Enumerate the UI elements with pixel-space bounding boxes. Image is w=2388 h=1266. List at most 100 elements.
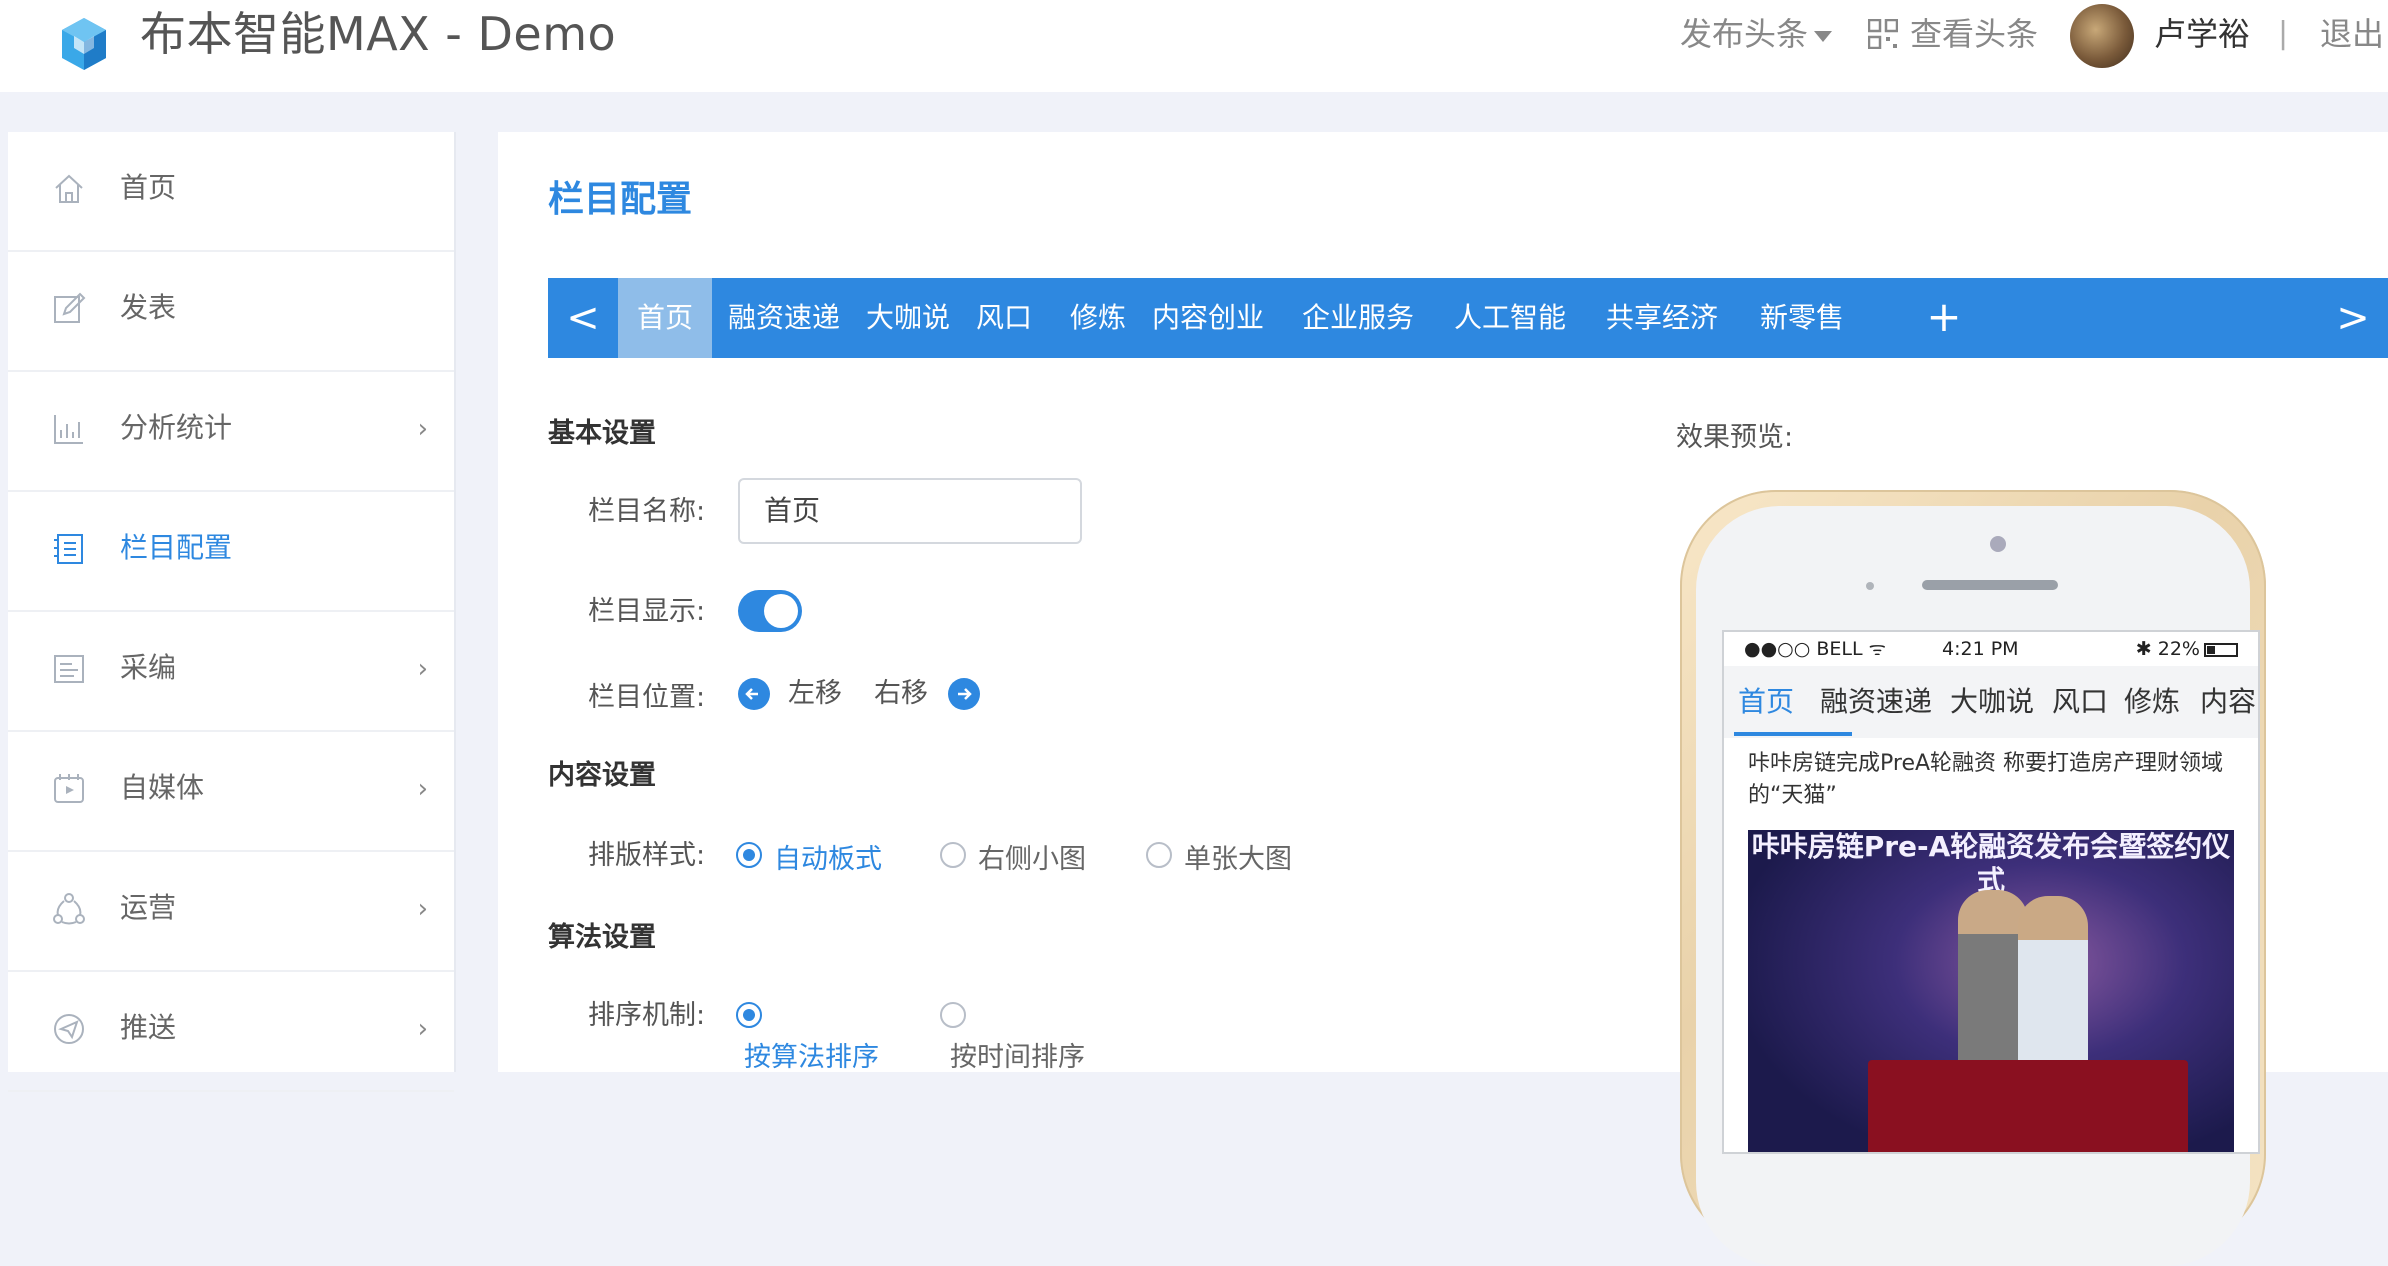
layout-right-small-radio[interactable] <box>940 842 966 868</box>
header-separator: | <box>2278 16 2289 51</box>
layout-auto-radio[interactable] <box>736 842 762 868</box>
layout-style-label: 排版样式: <box>588 840 706 871</box>
sidebar-item-label: 自媒体 <box>120 771 205 804</box>
phone-tab: 内容 <box>2200 685 2257 718</box>
tab-home[interactable]: 首页 <box>618 278 712 358</box>
algorithm-settings-title: 算法设置 <box>548 922 656 953</box>
battery-status: ✱ 22% <box>2136 632 2238 666</box>
chevron-right-icon: › <box>417 414 428 444</box>
avatar[interactable] <box>2070 4 2134 68</box>
sidebar-item-label: 分析统计 <box>120 411 233 444</box>
caret-down-icon <box>1814 30 1833 42</box>
camera-dot <box>1990 536 2006 552</box>
column-tab-bar: < 首页 融资速递 大咖说 风口 修炼 内容创业 企业服务 人工智能 共享经济 … <box>548 278 2388 358</box>
carrier-signal: ●●○○ BELL ᯤ <box>1744 638 1886 660</box>
phone-tab: 风口 <box>2052 685 2109 718</box>
add-tab-button[interactable]: + <box>1924 278 1964 358</box>
sidebar-item-label: 首页 <box>120 171 177 204</box>
sort-mechanism-label: 排序机制: <box>588 1000 706 1031</box>
speaker-slot <box>1922 580 2058 590</box>
column-display-toggle[interactable] <box>738 590 802 632</box>
phone-article-image: 咔咔房链Pre-A轮融资发布会暨签约仪式 <box>1748 830 2234 1152</box>
tab-enterprise[interactable]: 企业服务 <box>1296 278 1420 358</box>
app-title: 布本智能MAX - Demo <box>140 7 617 61</box>
view-headline-link[interactable]: 查看头条 <box>1867 10 2039 58</box>
move-left-icon[interactable] <box>738 678 770 710</box>
column-name-input[interactable]: 首页 <box>738 478 1082 544</box>
layout-single-large-label[interactable]: 单张大图 <box>1184 840 1292 880</box>
share-icon <box>53 893 85 925</box>
phone-tab: 修炼 <box>2124 685 2181 718</box>
chevron-right-icon: › <box>417 654 428 684</box>
move-left-button[interactable]: 左移 <box>788 674 842 714</box>
tab-content-startup[interactable]: 内容创业 <box>1146 278 1270 358</box>
collect-icon <box>54 655 84 683</box>
tab-new-retail[interactable]: 新零售 <box>1754 278 1850 358</box>
logout-link[interactable]: 退出 <box>2320 10 2384 58</box>
image-banner-text: 咔咔房链Pre-A轮融资发布会暨签约仪式 <box>1751 830 2231 897</box>
sort-algorithm-label[interactable]: 按算法排序 <box>744 1038 879 1078</box>
sidebar-item-self-media[interactable]: 自媒体 › <box>8 732 454 852</box>
preview-label: 效果预览: <box>1676 422 1794 453</box>
publish-headline-dropdown[interactable]: 发布头条 <box>1680 10 1833 58</box>
layout-auto-label[interactable]: 自动板式 <box>774 840 882 880</box>
layout-right-small-label[interactable]: 右侧小图 <box>978 840 1086 880</box>
layout-single-large-radio[interactable] <box>1146 842 1172 868</box>
phone-article-headline: 咔咔房链完成PreA轮融资 称要打造房产理财领域的“天猫” <box>1748 751 2224 808</box>
tab-practice[interactable]: 修炼 <box>1064 278 1132 358</box>
chart-icon <box>54 415 83 444</box>
tab-sharing-economy[interactable]: 共享经济 <box>1600 278 1724 358</box>
sort-time-label[interactable]: 按时间排序 <box>950 1038 1085 1078</box>
sidebar-item-analytics[interactable]: 分析统计 › <box>8 372 454 492</box>
page-title: 栏目配置 <box>548 179 693 220</box>
move-right-icon[interactable] <box>948 678 980 710</box>
send-icon <box>54 1014 84 1044</box>
phone-status-bar: ●●○○ BELL ᯤ 4:21 PM ✱ 22% <box>1724 632 2258 666</box>
media-icon <box>54 774 84 803</box>
phone-tab-underline <box>1734 732 1852 736</box>
basic-settings-title: 基本设置 <box>548 418 656 449</box>
sidebar-item-label: 采编 <box>120 651 177 684</box>
home-icon <box>55 174 83 203</box>
list-icon <box>54 534 83 564</box>
content-settings-title: 内容设置 <box>548 760 656 791</box>
sidebar-item-publish[interactable]: 发表 <box>8 252 454 372</box>
tab-ai[interactable]: 人工智能 <box>1448 278 1572 358</box>
sensor-dot <box>1866 582 1874 590</box>
publish-label: 发布头条 <box>1680 15 1809 53</box>
move-right-button[interactable]: 右移 <box>874 674 928 714</box>
view-label: 查看头条 <box>1910 15 2039 53</box>
phone-tab-bar: 首页 融资速递 大咖说 风口 修炼 内容 <box>1724 666 2258 738</box>
phone-tab: 大咖说 <box>1950 685 2035 718</box>
phone-preview: ●●○○ BELL ᯤ 4:21 PM ✱ 22% 首页 融资速递 大咖说 风口… <box>1680 490 2266 1266</box>
battery-text: ✱ 22% <box>2135 638 2200 660</box>
sidebar-item-home[interactable]: 首页 <box>8 132 454 252</box>
logo-icon <box>62 18 106 70</box>
toggle-knob <box>764 594 798 628</box>
sidebar-item-column-config[interactable]: 栏目配置 <box>8 492 454 612</box>
sort-time-radio[interactable] <box>940 1002 966 1028</box>
tab-big-talk[interactable]: 大咖说 <box>860 278 956 358</box>
chevron-right-icon: › <box>417 894 428 924</box>
image-table <box>1868 1060 2188 1152</box>
status-time: 4:21 PM <box>1942 638 2019 660</box>
tab-prev-button[interactable]: < <box>548 278 618 358</box>
phone-body: ●●○○ BELL ᯤ 4:21 PM ✱ 22% 首页 融资速递 大咖说 风口… <box>1696 506 2260 1266</box>
sidebar-item-operations[interactable]: 运营 › <box>8 852 454 972</box>
tab-next-button[interactable]: > <box>2318 278 2388 358</box>
sidebar-item-label: 发表 <box>120 291 177 324</box>
main-panel: 栏目配置 < 首页 融资速递 大咖说 风口 修炼 内容创业 企业服务 人工智能 … <box>498 132 2388 1266</box>
top-header: 布本智能MAX - Demo 发布头条 查看头条 卢学裕 | 退出 <box>0 0 2388 92</box>
phone-tab: 首页 <box>1738 685 1795 718</box>
chevron-right-icon: › <box>417 1014 428 1044</box>
qrcode-icon <box>1867 18 1899 50</box>
chevron-right-icon: › <box>417 774 428 804</box>
sort-algorithm-radio[interactable] <box>736 1002 762 1028</box>
tab-financing[interactable]: 融资速递 <box>722 278 846 358</box>
user-name[interactable]: 卢学裕 <box>2154 10 2250 58</box>
sidebar-item-collect[interactable]: 采编 › <box>8 612 454 732</box>
column-name-label: 栏目名称: <box>588 496 706 527</box>
sidebar-item-push[interactable]: 推送 › <box>8 972 454 1092</box>
tab-trend[interactable]: 风口 <box>970 278 1038 358</box>
column-display-label: 栏目显示: <box>588 596 706 627</box>
